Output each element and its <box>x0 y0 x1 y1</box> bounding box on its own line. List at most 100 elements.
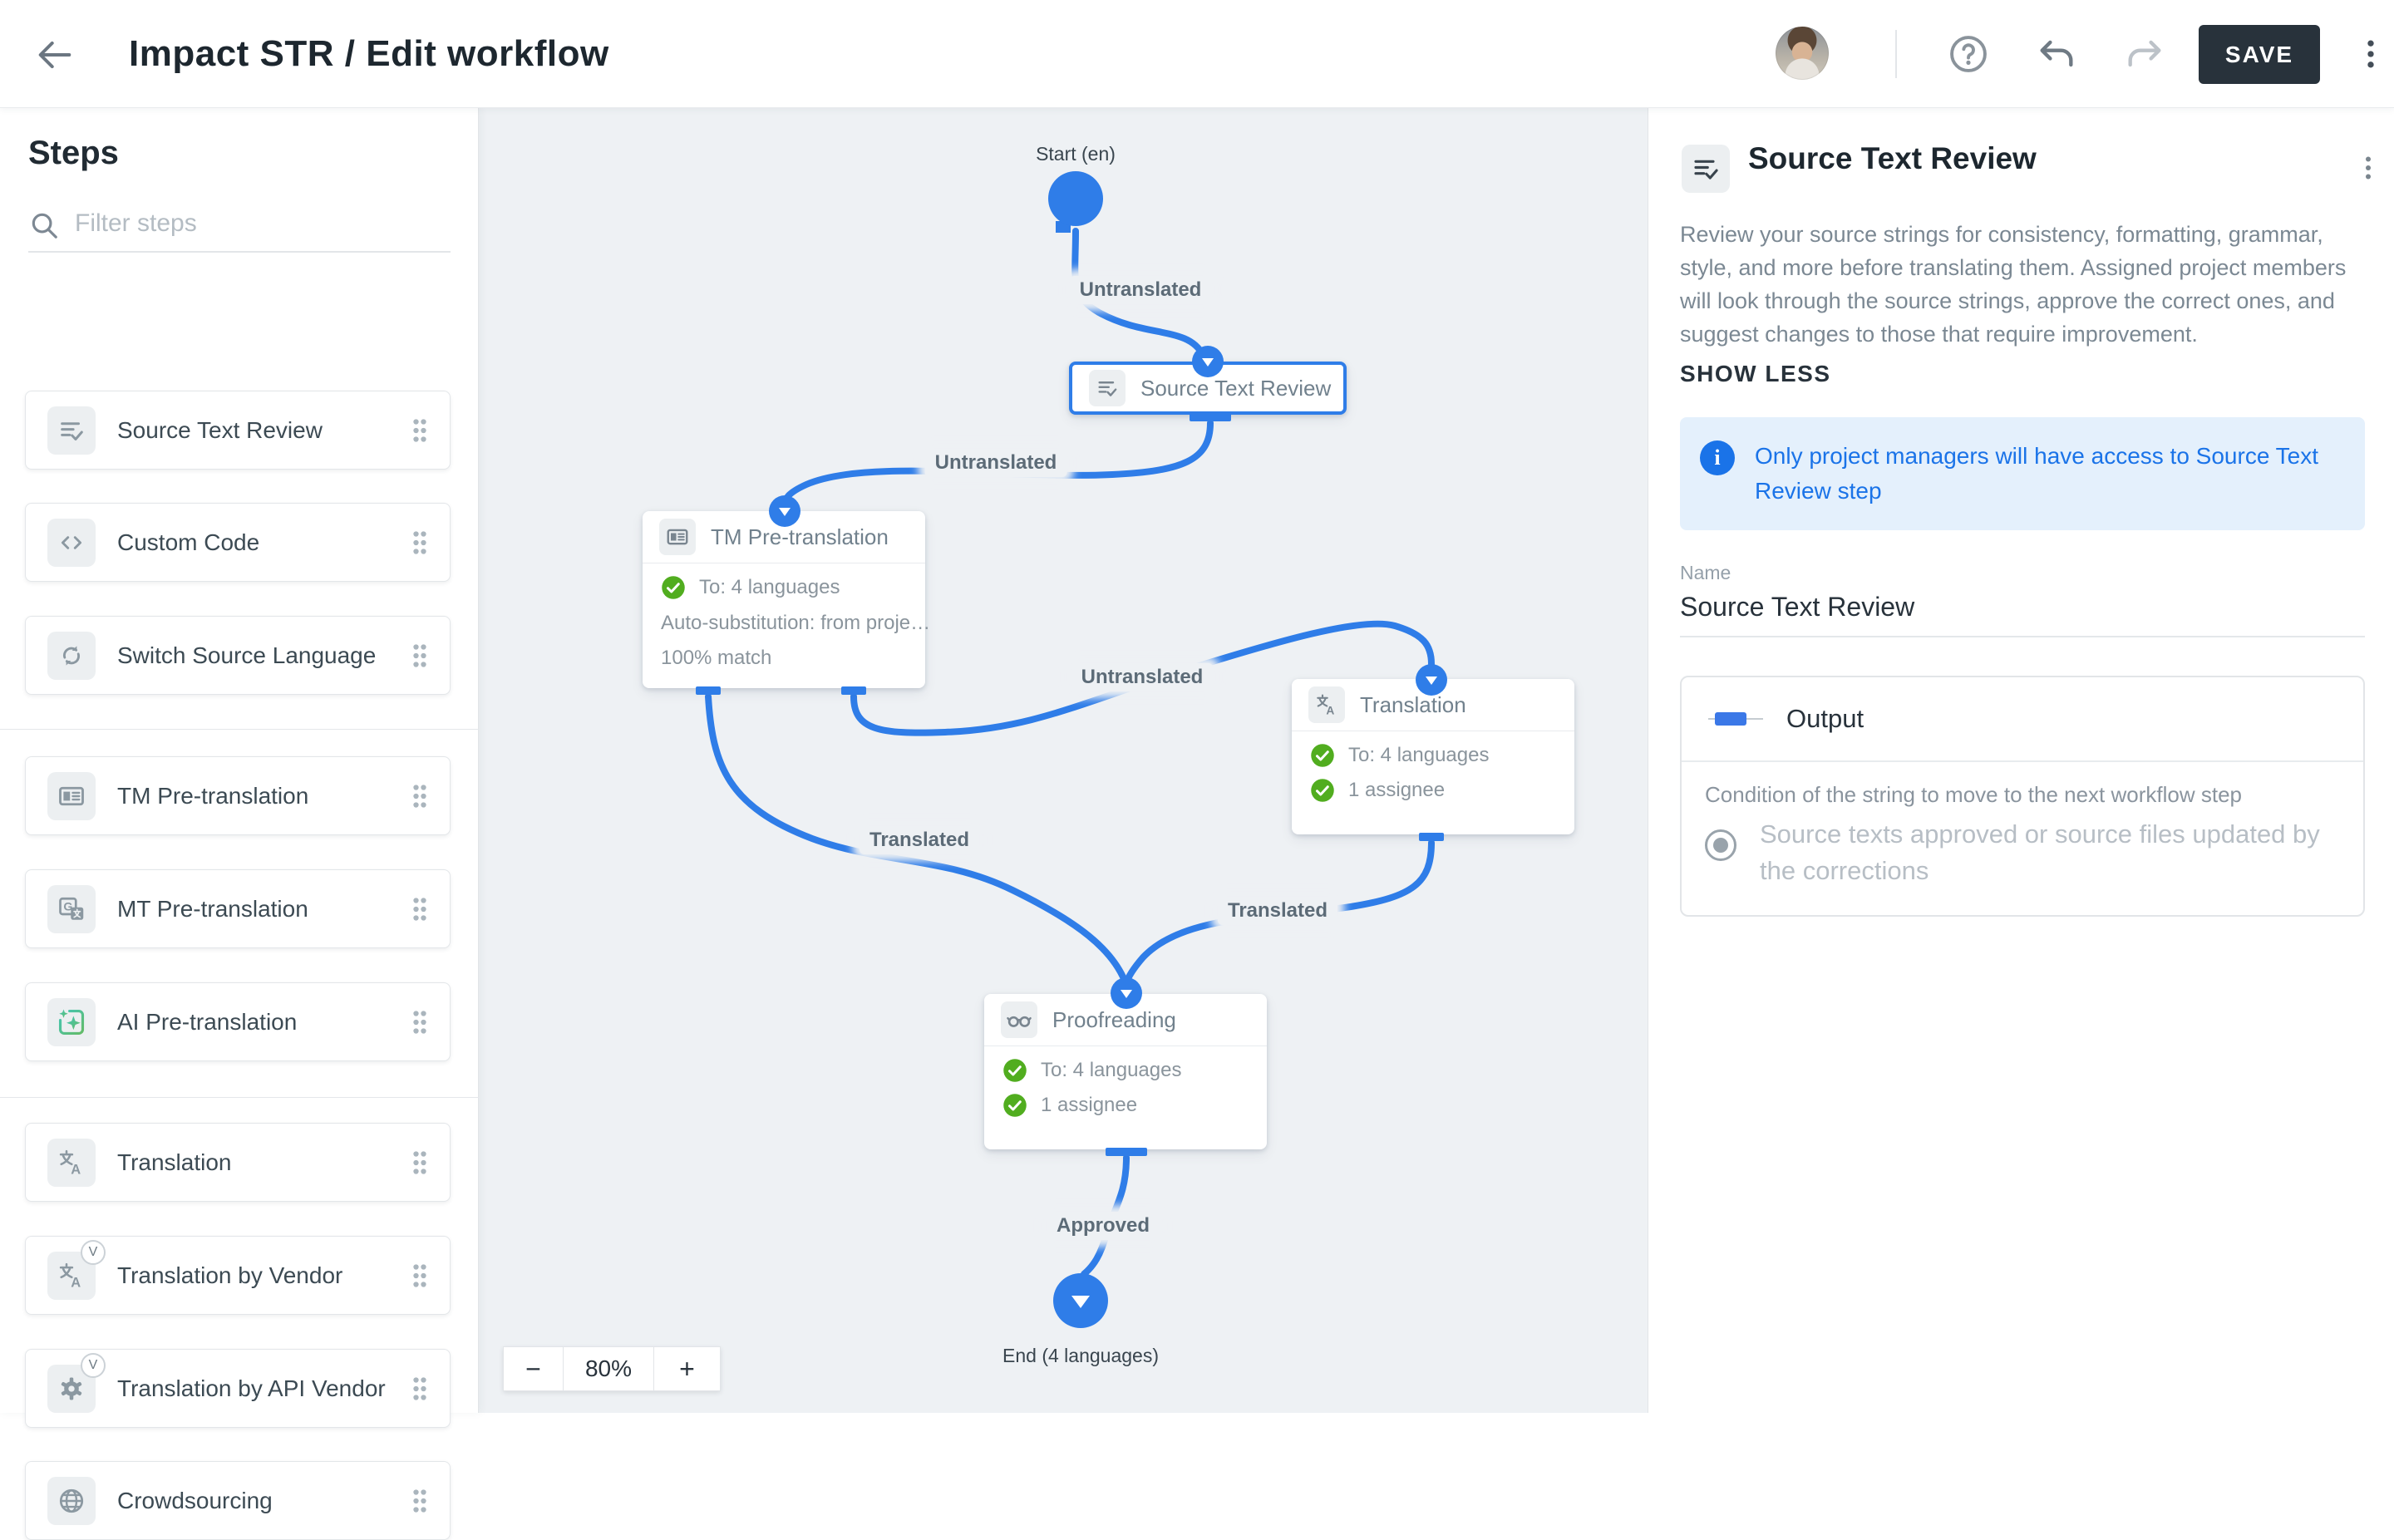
search-icon <box>28 209 60 241</box>
step-card-mt-pre-translation[interactable]: MT Pre-translation <box>25 869 451 948</box>
start-node-label: Start (en) <box>1036 143 1116 165</box>
step-card-switch-source-language[interactable]: Switch Source Language <box>25 616 451 695</box>
node-detail: 100% match <box>661 647 907 670</box>
step-label: TM Pre-translation <box>117 783 410 809</box>
machine-translate-icon <box>47 885 96 933</box>
drag-handle-icon[interactable] <box>410 528 430 558</box>
ai-sparkle-icon <box>47 998 96 1046</box>
drag-handle-icon[interactable] <box>410 1374 430 1404</box>
end-node[interactable] <box>1053 1273 1108 1328</box>
drag-handle-icon[interactable] <box>410 641 430 671</box>
node-output-port[interactable] <box>1190 413 1231 421</box>
kebab-menu-icon[interactable] <box>2353 146 2383 189</box>
end-node-label: End (4 languages) <box>1002 1345 1159 1367</box>
node-output-port[interactable] <box>841 686 866 695</box>
condition-value: Source texts approved or source files up… <box>1760 816 2337 889</box>
avatar[interactable] <box>1776 27 1829 80</box>
name-field-label: Name <box>1680 562 1731 584</box>
step-properties-panel: Source Text Review Review your source st… <box>1648 108 2394 1413</box>
workflow-node-translation[interactable]: Translation To: 4 languages 1 assignee <box>1292 679 1574 834</box>
filter-steps-input[interactable] <box>75 199 449 248</box>
zoom-level: 80% <box>563 1346 654 1391</box>
filter-underline <box>28 251 451 253</box>
save-button[interactable]: SAVE <box>2199 25 2320 84</box>
steps-sidebar: Steps Source Text Review Custom Code Swi… <box>0 108 479 1413</box>
info-alert-text: Only project managers will have access t… <box>1755 439 2337 509</box>
node-output-port[interactable] <box>1419 833 1444 841</box>
step-label: Crowdsourcing <box>117 1488 410 1514</box>
tm-card-icon <box>47 772 96 820</box>
node-detail: To: 4 languages <box>1041 1059 1181 1082</box>
workflow-node-tm-pre-translation[interactable]: TM Pre-translation To: 4 languages Auto-… <box>643 511 925 688</box>
drag-handle-icon[interactable] <box>410 781 430 811</box>
show-less-link[interactable]: SHOW LESS <box>1680 361 1831 387</box>
app-header: Impact STR / Edit workflow SAVE <box>0 0 2394 108</box>
check-circle-icon <box>1002 1093 1027 1118</box>
undo-icon[interactable] <box>2035 32 2078 76</box>
list-check-icon <box>1682 145 1730 193</box>
step-label: MT Pre-translation <box>117 896 410 923</box>
step-card-custom-code[interactable]: Custom Code <box>25 503 451 582</box>
drag-handle-icon[interactable] <box>410 416 430 445</box>
check-circle-icon <box>1310 743 1335 768</box>
page-title: Impact STR / Edit workflow <box>129 0 609 108</box>
zoom-in-button[interactable]: + <box>654 1346 721 1391</box>
edge-arrowhead <box>1192 346 1224 377</box>
node-detail: To: 4 languages <box>1348 744 1489 767</box>
step-card-translation-by-vendor[interactable]: V Translation by Vendor <box>25 1236 451 1315</box>
step-card-tm-pre-translation[interactable]: TM Pre-translation <box>25 756 451 835</box>
step-card-ai-pre-translation[interactable]: AI Pre-translation <box>25 982 451 1061</box>
redo-icon[interactable] <box>2123 32 2166 76</box>
drag-handle-icon[interactable] <box>410 1148 430 1178</box>
check-circle-icon <box>1310 778 1335 803</box>
drag-handle-icon[interactable] <box>410 1486 430 1516</box>
node-detail: 1 assignee <box>1348 779 1445 802</box>
kebab-menu-icon[interactable] <box>2352 32 2389 76</box>
step-label: Custom Code <box>117 529 410 556</box>
name-field-value[interactable]: Source Text Review <box>1680 592 2365 637</box>
drag-handle-icon[interactable] <box>410 1261 430 1291</box>
edge-arrowhead <box>769 495 800 527</box>
node-detail: Auto-substitution: from proje… <box>661 612 907 635</box>
drag-handle-icon[interactable] <box>410 1007 430 1037</box>
step-card-translation[interactable]: Translation <box>25 1123 451 1202</box>
step-card-translation-by-api-vendor[interactable]: V Translation by API Vendor <box>25 1349 451 1428</box>
node-title: Translation <box>1360 692 1466 718</box>
node-output-port[interactable] <box>1106 1148 1147 1156</box>
panel-title: Source Text Review <box>1748 141 2037 176</box>
start-node[interactable] <box>1048 171 1103 226</box>
translate-icon <box>1308 686 1345 723</box>
edge-arrowhead <box>1111 977 1142 1009</box>
node-title: Source Text Review <box>1140 376 1331 401</box>
edge-label-approved: Approved <box>1047 1212 1160 1240</box>
back-icon[interactable] <box>33 33 76 76</box>
node-title: Proofreading <box>1052 1007 1176 1033</box>
gear-icon: V <box>47 1365 96 1413</box>
node-detail: To: 4 languages <box>699 576 840 599</box>
step-label: Source Text Review <box>117 417 410 444</box>
check-circle-icon <box>1002 1058 1027 1083</box>
translate-icon <box>47 1139 96 1187</box>
step-description: Review your source strings for consisten… <box>1680 218 2365 351</box>
zoom-toolbar: − 80% + <box>503 1346 721 1391</box>
output-section: Output Condition of the string to move t… <box>1680 676 2365 917</box>
help-icon[interactable] <box>1947 32 1990 76</box>
drag-handle-icon[interactable] <box>410 894 430 924</box>
workflow-canvas[interactable]: Start (en) End (4 languages) Untranslate… <box>479 108 1648 1413</box>
condition-radio[interactable] <box>1705 829 1736 861</box>
node-output-port[interactable] <box>696 686 721 695</box>
glasses-icon <box>1001 1001 1037 1038</box>
step-card-source-text-review[interactable]: Source Text Review <box>25 391 451 470</box>
tm-card-icon <box>659 519 696 555</box>
workflow-node-proofreading[interactable]: Proofreading To: 4 languages 1 assignee <box>984 994 1267 1149</box>
step-label: AI Pre-translation <box>117 1009 410 1036</box>
output-title: Output <box>1786 704 1864 734</box>
vendor-badge: V <box>81 1353 106 1378</box>
condition-label: Condition of the string to move to the n… <box>1705 782 2337 808</box>
zoom-out-button[interactable]: − <box>503 1346 563 1391</box>
edge-label-translated: Translated <box>1218 897 1337 925</box>
sync-icon <box>47 632 96 680</box>
translate-icon: V <box>47 1252 96 1300</box>
edge-label-translated: Translated <box>860 826 979 854</box>
step-card-crowdsourcing[interactable]: Crowdsourcing <box>25 1461 451 1540</box>
